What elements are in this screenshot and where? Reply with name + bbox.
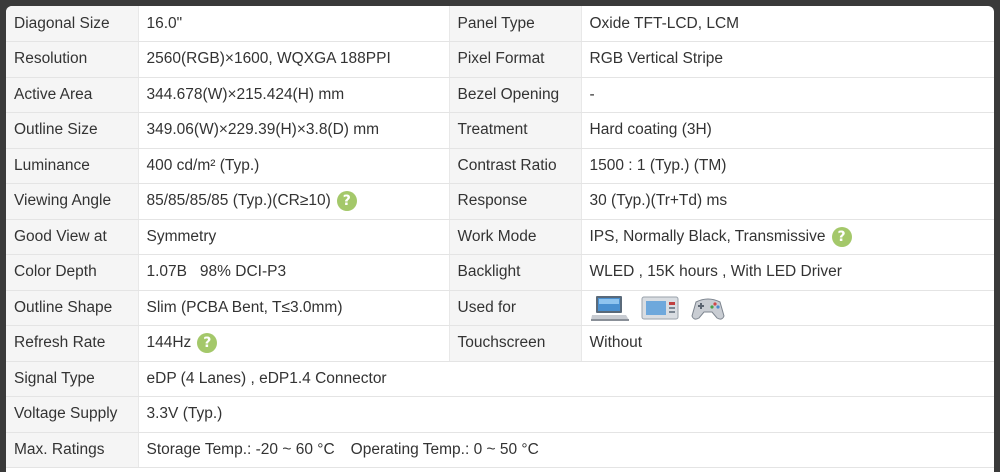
spec-label: Response <box>449 183 582 220</box>
spec-value: 16.0" <box>138 6 450 42</box>
spec-value-cell: 85/85/85/85 (Typ.)(CR≥10)? <box>138 183 450 220</box>
spec-label: Refresh Rate <box>6 325 139 362</box>
table-row: Resolution 2560(RGB)×1600, WQXGA 188PPI … <box>6 41 994 78</box>
spec-label: Contrast Ratio <box>449 148 582 184</box>
spec-label: Treatment <box>449 112 582 149</box>
spec-value: 400 cd/m² (Typ.) <box>138 148 450 184</box>
spec-value: 2560(RGB)×1600, WQXGA 188PPI <box>138 41 450 78</box>
operating-temp: Operating Temp.: 0 ~ 50 °C <box>350 440 539 458</box>
spec-label: Luminance <box>6 148 139 184</box>
spec-label: Outline Size <box>6 112 139 149</box>
spec-label: Panel Type <box>449 6 582 42</box>
table-row: Luminance 400 cd/m² (Typ.) Contrast Rati… <box>6 148 994 184</box>
spec-value: Oxide TFT-LCD, LCM <box>581 6 994 42</box>
table-row: Good View at Symmetry Work Mode IPS, Nor… <box>6 219 994 255</box>
spec-value: WLED , 15K hours , With LED Driver <box>581 254 994 291</box>
table-row: Voltage Supply 3.3V (Typ.) <box>6 396 994 433</box>
spec-value: 30 (Typ.)(Tr+Td) ms <box>581 183 994 220</box>
spec-table: Diagonal Size 16.0" Panel Type Oxide TFT… <box>6 6 994 468</box>
spec-value: - <box>581 77 994 113</box>
table-row: Outline Shape Slim (PCBA Bent, T≤3.0mm) … <box>6 290 994 326</box>
table-row: Diagonal Size 16.0" Panel Type Oxide TFT… <box>6 6 994 42</box>
spec-value-cell: Storage Temp.: -20 ~ 60 °C Operating Temp… <box>138 432 994 468</box>
spec-label: Pixel Format <box>449 41 582 78</box>
table-row: Signal Type eDP (4 Lanes) , eDP1.4 Conne… <box>6 361 994 397</box>
spec-value: 85/85/85/85 (Typ.)(CR≥10) <box>146 192 331 210</box>
spec-table-container: Diagonal Size 16.0" Panel Type Oxide TFT… <box>6 6 994 472</box>
spec-label: Max. Ratings <box>6 432 139 468</box>
monitor-icon <box>640 294 680 322</box>
spec-value-cell: IPS, Normally Black, Transmissive? <box>581 219 994 255</box>
spec-label: Used for <box>449 290 582 326</box>
table-row: Refresh Rate 144Hz? Touchscreen Without <box>6 325 994 362</box>
spec-label: Resolution <box>6 41 139 78</box>
spec-value: 144Hz <box>146 334 192 352</box>
spec-value: 349.06(W)×229.39(H)×3.8(D) mm <box>138 112 450 149</box>
help-icon[interactable]: ? <box>831 226 852 247</box>
spec-label: Diagonal Size <box>6 6 139 42</box>
spec-label: Touchscreen <box>449 325 582 362</box>
spec-value: RGB Vertical Stripe <box>581 41 994 78</box>
spec-label: Voltage Supply <box>6 396 139 433</box>
spec-label: Active Area <box>6 77 139 113</box>
spec-label: Outline Shape <box>6 290 139 326</box>
spec-value: Slim (PCBA Bent, T≤3.0mm) <box>138 290 450 326</box>
spec-value: Hard coating (3H) <box>581 112 994 149</box>
spec-value: 3.3V (Typ.) <box>138 396 994 433</box>
spec-label: Work Mode <box>449 219 582 255</box>
help-icon[interactable]: ? <box>197 333 218 354</box>
help-icon[interactable]: ? <box>336 191 357 212</box>
spec-label: Signal Type <box>6 361 139 397</box>
spec-value: 1500 : 1 (Typ.) (TM) <box>581 148 994 184</box>
storage-temp: Storage Temp.: -20 ~ 60 °C <box>146 440 335 458</box>
table-row: Max. Ratings Storage Temp.: -20 ~ 60 °C O… <box>6 432 994 468</box>
spec-label: Bezel Opening <box>449 77 582 113</box>
laptop-icon <box>590 294 630 322</box>
spec-value: 1.07B 98% DCI-P3 <box>138 254 450 291</box>
table-row: Active Area 344.678(W)×215.424(H) mm Bez… <box>6 77 994 113</box>
spec-value: Symmetry <box>138 219 450 255</box>
spec-value: Without <box>581 325 994 362</box>
spec-label: Good View at <box>6 219 139 255</box>
spec-value: IPS, Normally Black, Transmissive <box>589 227 826 245</box>
table-row: Outline Size 349.06(W)×229.39(H)×3.8(D) … <box>6 112 994 149</box>
spec-value: eDP (4 Lanes) , eDP1.4 Connector <box>138 361 994 397</box>
table-row: Color Depth 1.07B 98% DCI-P3 Backlight W… <box>6 254 994 291</box>
spec-label: Color Depth <box>6 254 139 291</box>
gamepad-icon <box>690 294 726 322</box>
spec-label: Viewing Angle <box>6 183 139 220</box>
spec-value: 344.678(W)×215.424(H) mm <box>138 77 450 113</box>
spec-label: Backlight <box>449 254 582 291</box>
table-row: Viewing Angle 85/85/85/85 (Typ.)(CR≥10)?… <box>6 183 994 220</box>
used-for-icons <box>581 290 994 326</box>
spec-value-cell: 144Hz? <box>138 325 450 362</box>
